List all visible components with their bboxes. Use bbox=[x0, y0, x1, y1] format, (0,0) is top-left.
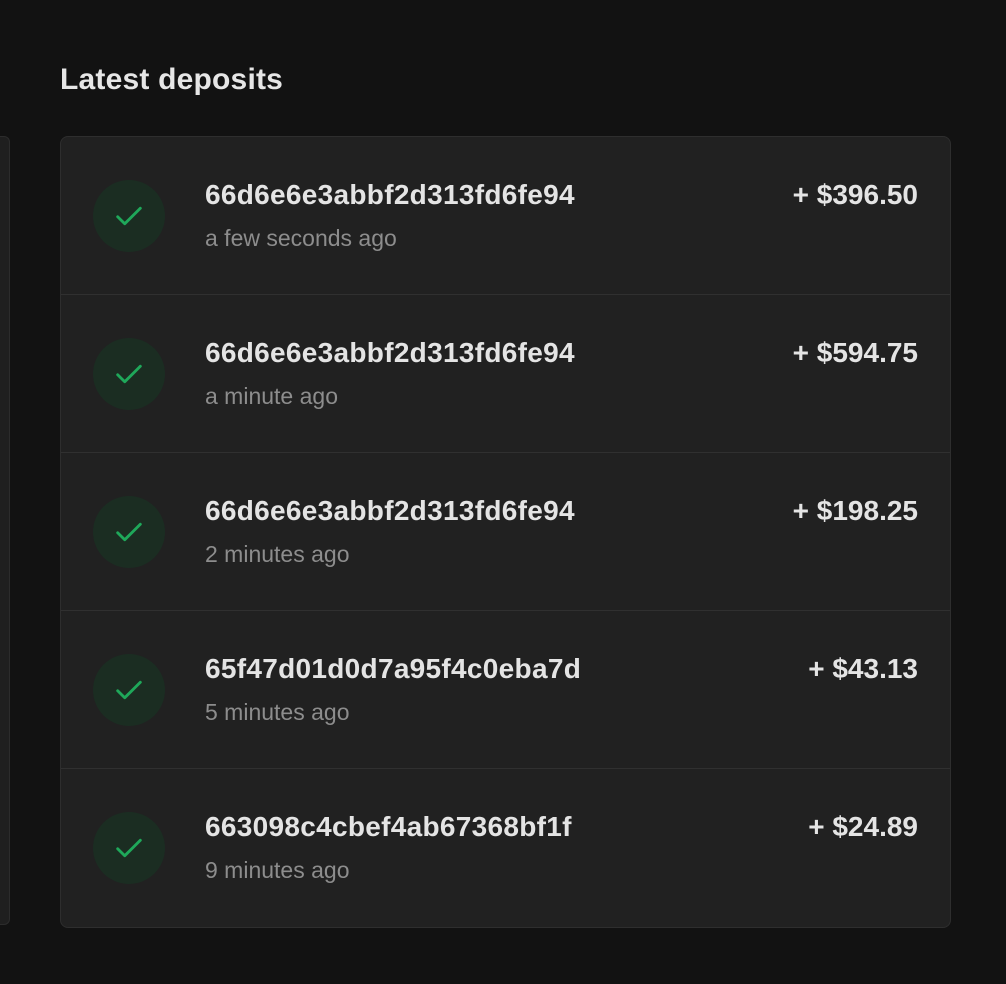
transaction-time: a few seconds ago bbox=[205, 225, 397, 251]
transaction-time: 9 minutes ago bbox=[205, 857, 350, 883]
check-icon bbox=[116, 364, 142, 384]
section-title: Latest deposits bbox=[60, 63, 284, 96]
check-icon bbox=[116, 206, 142, 226]
check-icon bbox=[116, 522, 142, 542]
status-badge bbox=[93, 496, 165, 568]
transaction-id: 66d6e6e3abbf2d313fd6fe94 bbox=[205, 179, 575, 210]
transaction-id: 66d6e6e3abbf2d313fd6fe94 bbox=[205, 337, 575, 368]
status-badge bbox=[93, 654, 165, 726]
status-badge bbox=[93, 180, 165, 252]
page: Latest deposits 66d6e6e3abbf2d313fd6fe94… bbox=[0, 0, 1006, 984]
transaction-id: 66d6e6e3abbf2d313fd6fe94 bbox=[205, 495, 575, 526]
deposit-row: 66d6e6e3abbf2d313fd6fe94 a few seconds a… bbox=[61, 137, 950, 295]
transaction-amount: + $43.13 bbox=[808, 653, 918, 684]
deposit-row: 663098c4cbef4ab67368bf1f 9 minutes ago +… bbox=[61, 769, 950, 927]
deposit-row: 66d6e6e3abbf2d313fd6fe94 a minute ago + … bbox=[61, 295, 950, 453]
check-icon bbox=[116, 838, 142, 858]
transaction-amount: + $24.89 bbox=[808, 811, 918, 842]
transaction-amount: + $594.75 bbox=[792, 337, 918, 368]
adjacent-panel-edge bbox=[0, 136, 10, 925]
transaction-amount: + $198.25 bbox=[792, 495, 918, 526]
deposit-row: 65f47d01d0d7a95f4c0eba7d 5 minutes ago +… bbox=[61, 611, 950, 769]
transaction-time: 5 minutes ago bbox=[205, 699, 350, 725]
transaction-amount: + $396.50 bbox=[792, 179, 918, 210]
transaction-time: 2 minutes ago bbox=[205, 541, 350, 567]
status-badge bbox=[93, 812, 165, 884]
transaction-id: 663098c4cbef4ab67368bf1f bbox=[205, 811, 572, 842]
transaction-id: 65f47d01d0d7a95f4c0eba7d bbox=[205, 653, 582, 684]
status-badge bbox=[93, 338, 165, 410]
transaction-time: a minute ago bbox=[205, 383, 338, 409]
deposits-list: 66d6e6e3abbf2d313fd6fe94 a few seconds a… bbox=[60, 136, 951, 928]
deposit-row: 66d6e6e3abbf2d313fd6fe94 2 minutes ago +… bbox=[61, 453, 950, 611]
check-icon bbox=[116, 680, 142, 700]
